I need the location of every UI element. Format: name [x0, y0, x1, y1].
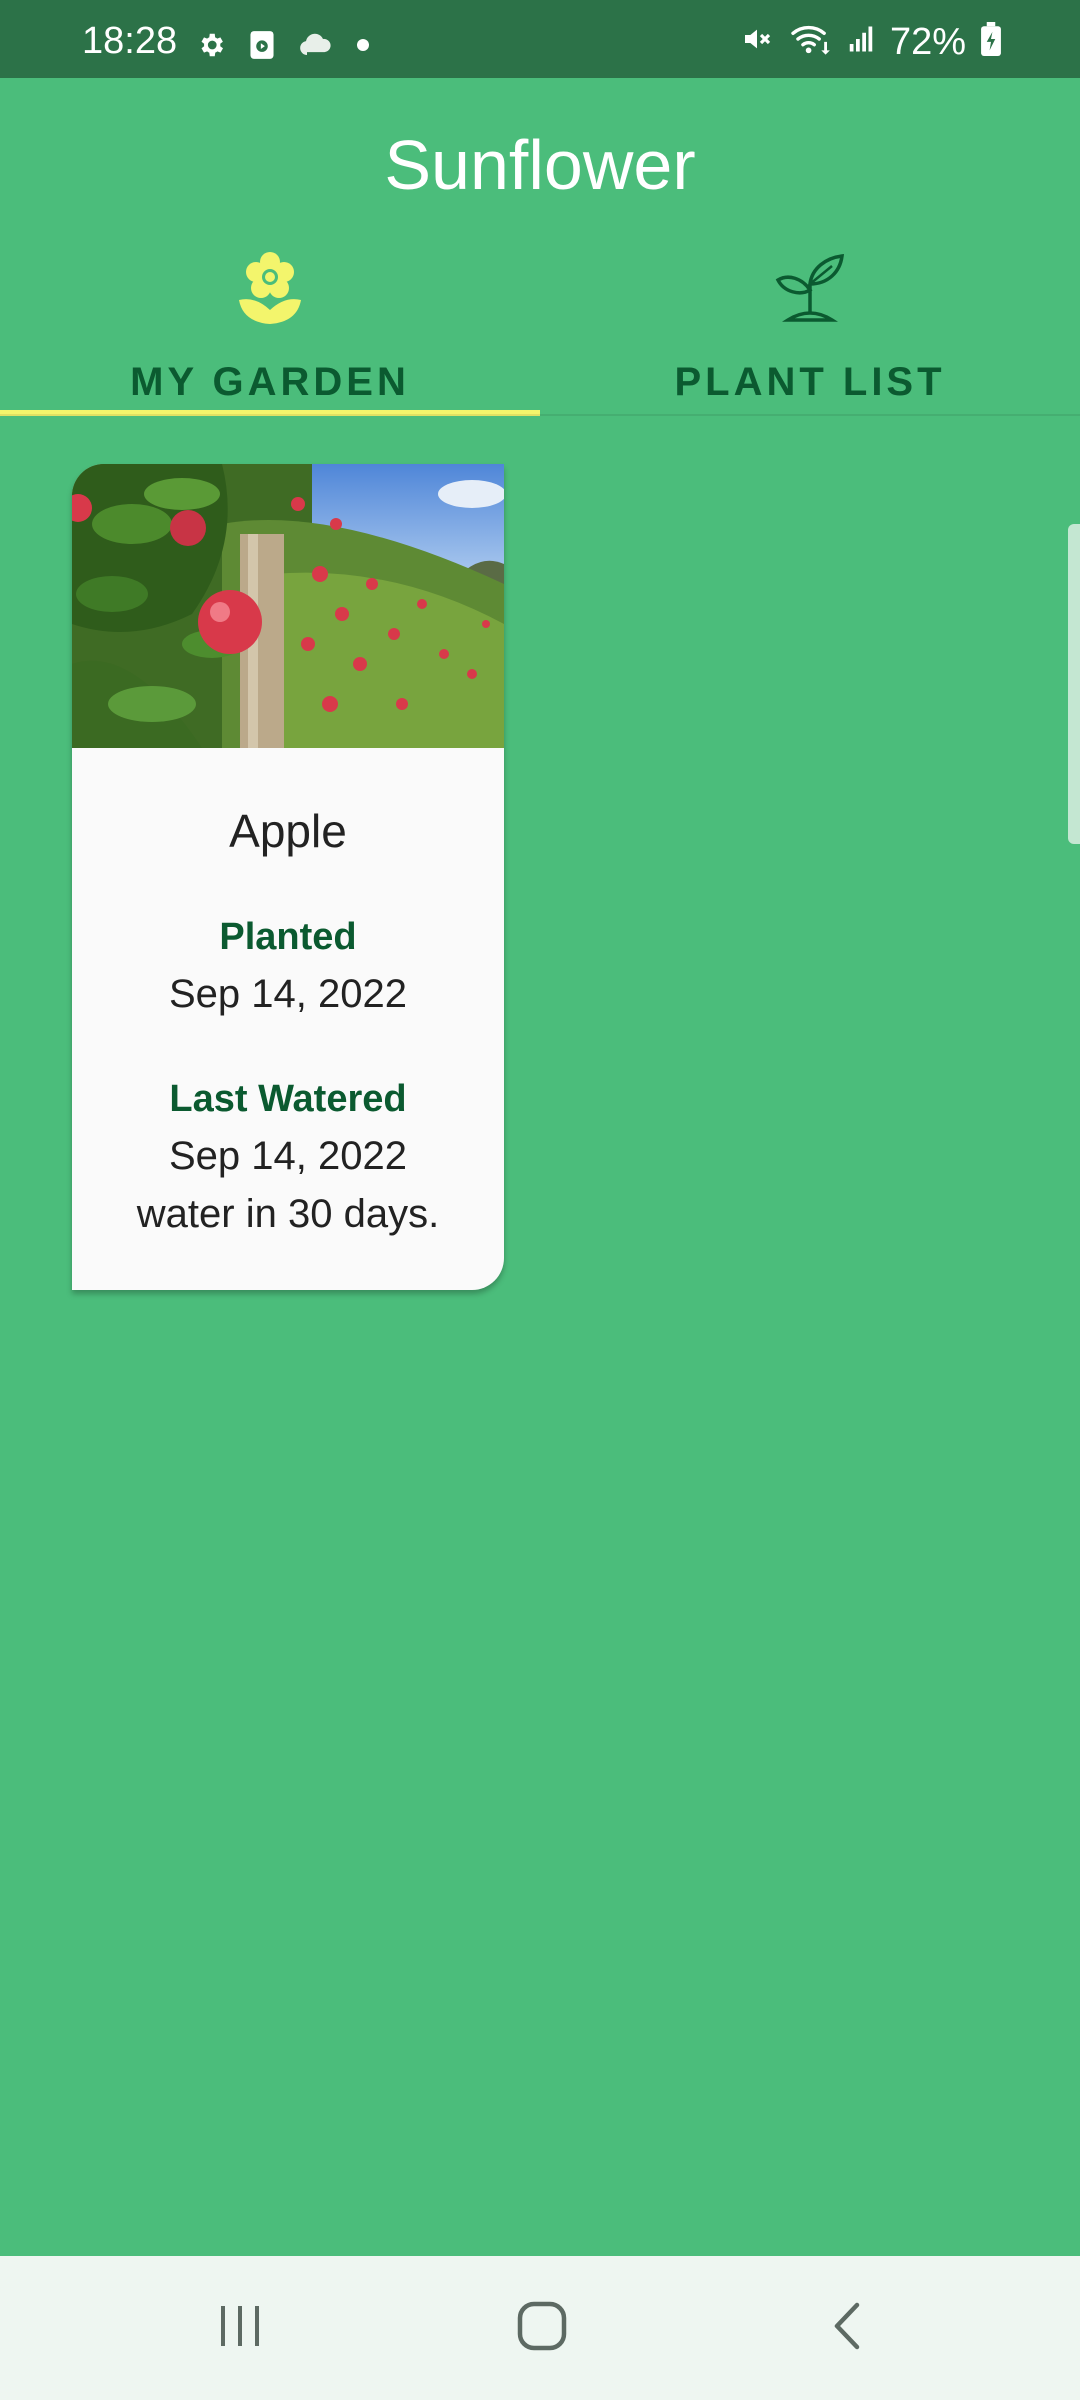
tab-my-garden-label: MY GARDEN	[130, 360, 410, 404]
mute-icon	[740, 23, 774, 60]
sprout-icon	[540, 250, 1080, 331]
recent-apps-icon	[217, 2304, 263, 2353]
back-button[interactable]	[806, 2296, 886, 2360]
tab-my-garden[interactable]: MY GARDEN	[0, 240, 540, 416]
dot-icon	[356, 38, 370, 57]
status-system-icons: 72%	[740, 22, 1002, 61]
planted-label: Planted	[219, 916, 357, 958]
plant-card-apple[interactable]: Apple Planted Sep 14, 2022 Last Watered …	[72, 464, 504, 1290]
scrollbar[interactable]	[1068, 524, 1080, 844]
status-notification-icons	[196, 30, 370, 65]
back-icon	[829, 2301, 863, 2356]
tab-plant-list-label: PLANT LIST	[674, 360, 946, 404]
home-icon	[516, 2300, 568, 2357]
status-time: 18:28	[82, 20, 178, 62]
system-nav-bar	[0, 2256, 1080, 2400]
plant-name: Apple	[229, 805, 347, 857]
signal-icon	[846, 24, 876, 59]
settings-icon	[196, 30, 226, 65]
wifi-icon	[788, 22, 832, 61]
planted-date: Sep 14, 2022	[169, 972, 407, 1016]
plant-image	[72, 464, 504, 748]
recent-apps-button[interactable]	[200, 2296, 280, 2360]
battery-icon	[980, 22, 1002, 61]
last-watered-date: Sep 14, 2022	[169, 1134, 407, 1178]
tabs-divider	[0, 414, 1080, 416]
flower-icon	[0, 250, 540, 331]
tab-bar: MY GARDEN PLANT LIST	[0, 240, 1080, 416]
last-watered-label: Last Watered	[169, 1078, 407, 1120]
tab-plant-list[interactable]: PLANT LIST	[540, 240, 1080, 416]
battery-percent: 72%	[889, 20, 966, 63]
app-title: Sunflower	[384, 126, 696, 204]
home-button[interactable]	[502, 2296, 582, 2360]
water-note: water in 30 days.	[136, 1192, 440, 1236]
cloud-icon	[298, 32, 334, 63]
status-bar: 18:28 72%	[0, 0, 1080, 78]
media-icon	[248, 30, 276, 65]
